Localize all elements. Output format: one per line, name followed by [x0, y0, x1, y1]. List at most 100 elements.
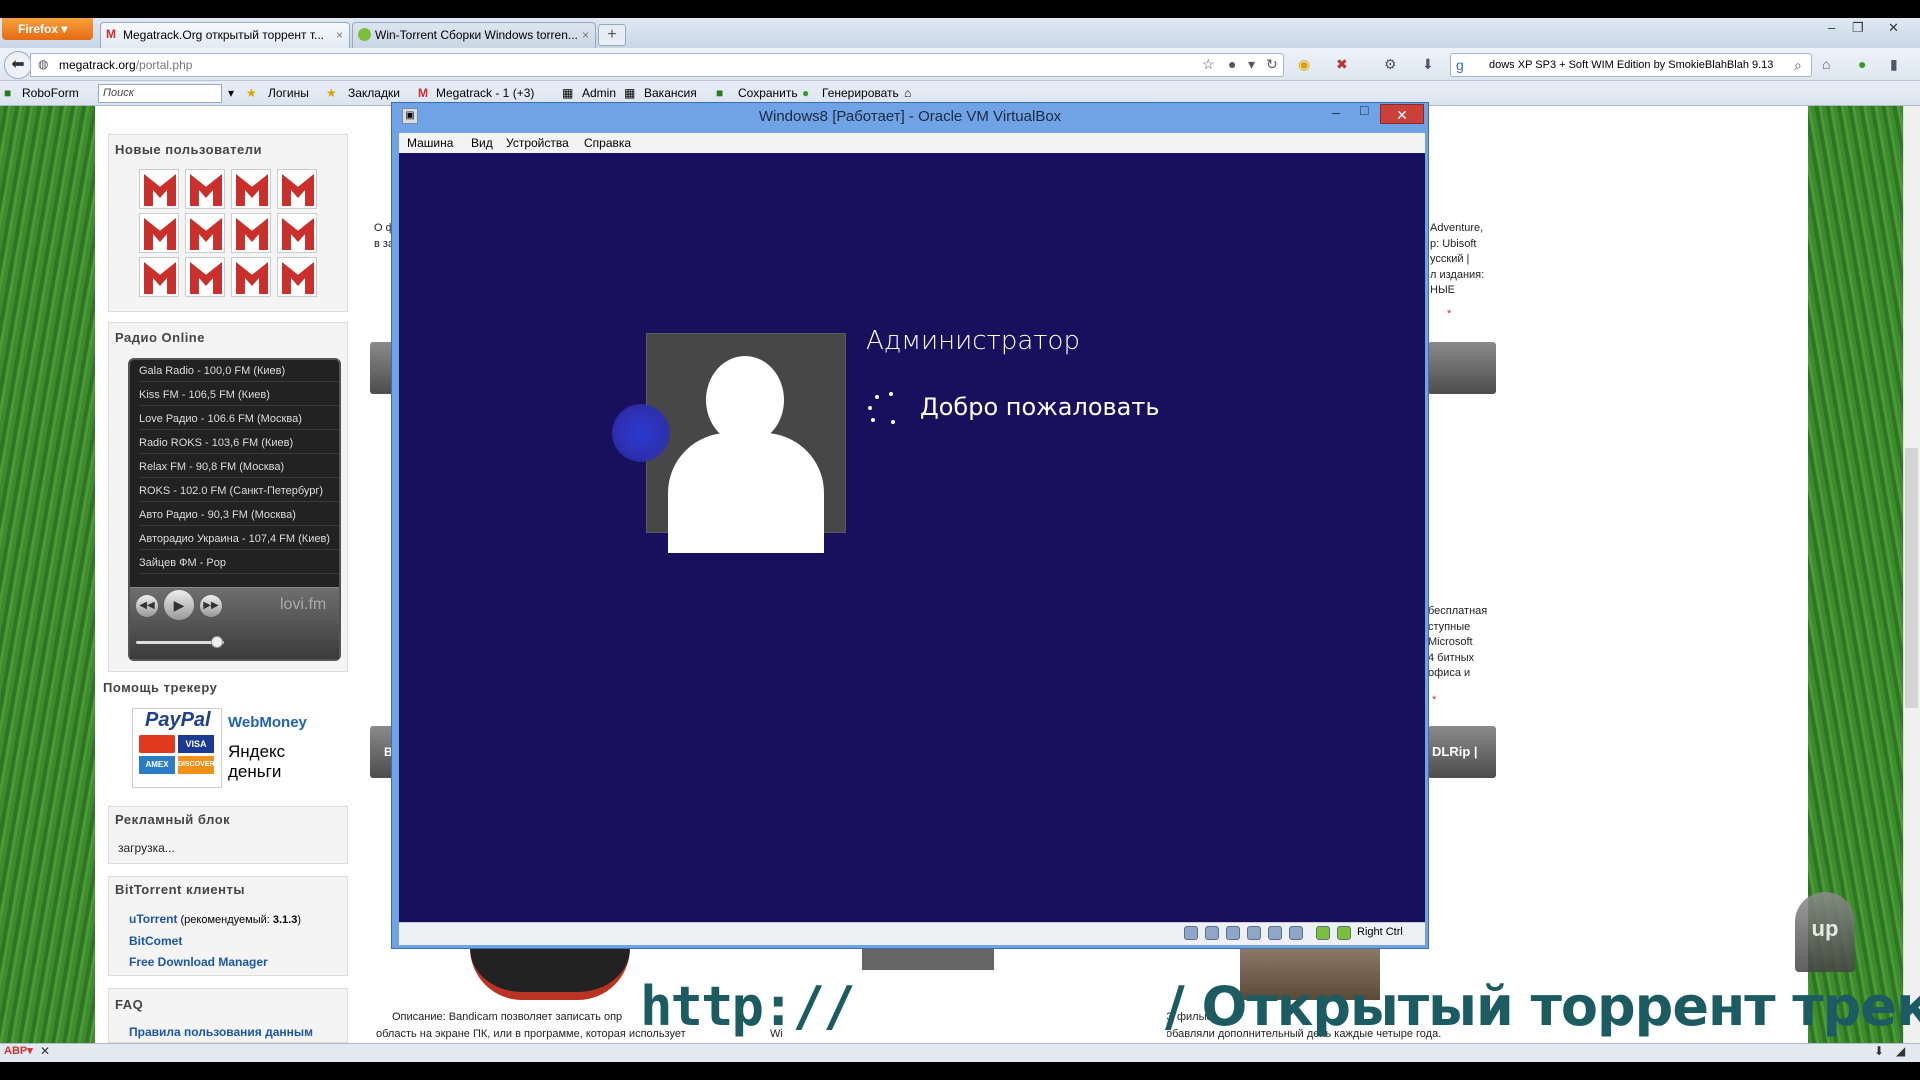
- minimize-icon[interactable]: –: [1828, 20, 1835, 35]
- vacancy-icon: ▦: [624, 86, 636, 100]
- bitcomet-link[interactable]: BitComet: [129, 934, 182, 948]
- back-button[interactable]: ⬅: [4, 51, 32, 79]
- radio-station-item[interactable]: Авторадио Украина - 107,4 FM (Киев): [139, 528, 339, 550]
- optical-drive-icon[interactable]: [1205, 926, 1219, 940]
- url-bar[interactable]: megatrack.org/portal.php: [30, 53, 1284, 77]
- tab-megatrack[interactable]: M Megatrack.Org открытый торрент т... ×: [100, 22, 350, 48]
- vm-display[interactable]: [399, 153, 1425, 922]
- search-bar[interactable]: dows XP SP3 + Soft WIM Edition by Smokie…: [1450, 53, 1812, 77]
- user-avatar[interactable]: [185, 257, 225, 297]
- vbox-minimize-icon[interactable]: –: [1332, 104, 1340, 120]
- menu-devices[interactable]: Устройства: [506, 136, 569, 150]
- info-icon[interactable]: ●: [1228, 56, 1236, 72]
- dropdown-icon[interactable]: ▾: [1248, 56, 1255, 73]
- vbox-close-button[interactable]: ✕: [1380, 104, 1424, 124]
- radio-station-item[interactable]: Gala Radio - 100,0 FM (Киев): [139, 360, 339, 382]
- download-status-icon[interactable]: ⬇: [1874, 1044, 1884, 1058]
- addon-bar-close-icon[interactable]: ✕: [40, 1044, 50, 1058]
- green-addon-icon[interactable]: ●: [1858, 56, 1866, 72]
- scroll-up-button[interactable]: up: [1795, 892, 1855, 972]
- user-avatar[interactable]: [277, 257, 317, 297]
- search-text: dows XP SP3 + Soft WIM Edition by Smokie…: [1489, 59, 1774, 71]
- close-icon[interactable]: ✕: [1888, 20, 1899, 36]
- page-button-right[interactable]: [1428, 342, 1496, 394]
- addon-icon[interactable]: ◉: [1298, 56, 1310, 73]
- page-text-fragment: ступные: [1428, 620, 1471, 633]
- webmoney-logo[interactable]: WebMoney: [228, 708, 328, 738]
- adblock-status-icon[interactable]: ABP▾: [4, 1044, 33, 1057]
- user-avatar[interactable]: [231, 169, 271, 209]
- restore-icon[interactable]: ❐: [1852, 20, 1864, 36]
- usb-icon[interactable]: [1226, 926, 1240, 940]
- vbox-maximize-icon[interactable]: □: [1360, 102, 1368, 118]
- firefox-menu-button[interactable]: Firefox ▾: [2, 18, 93, 40]
- adblock-icon[interactable]: ✖: [1336, 56, 1348, 73]
- user-avatar[interactable]: [139, 169, 179, 209]
- faq-rules-link[interactable]: Правила пользования данным: [129, 1025, 313, 1039]
- yandex-money-logo[interactable]: Яндекс деньги: [228, 742, 328, 788]
- harddisk-icon[interactable]: [1184, 926, 1198, 940]
- user-avatar[interactable]: [185, 169, 225, 209]
- fdm-link[interactable]: Free Download Manager: [129, 955, 268, 969]
- radio-station-item[interactable]: Kiss FM - 106,5 FM (Киев): [139, 384, 339, 406]
- bookmark-admin[interactable]: Admin: [582, 86, 616, 100]
- utorrent-link[interactable]: uTorrent: [129, 912, 177, 926]
- menu-help[interactable]: Справка: [584, 136, 631, 150]
- watermark-suffix: / Открытый торрент трекер: [1165, 975, 1920, 1038]
- shared-folders-icon[interactable]: [1247, 926, 1261, 940]
- ads-title: Рекламный блок: [115, 812, 231, 827]
- mouse-integration-icon[interactable]: [1337, 926, 1351, 940]
- tab-close-icon[interactable]: ×: [336, 23, 343, 47]
- home-icon[interactable]: ⌂: [1822, 56, 1830, 72]
- bookmark-logins[interactable]: Логины: [268, 86, 309, 100]
- radio-station-item[interactable]: Radio ROKS - 103,6 FM (Киев): [139, 432, 339, 454]
- radio-station-item[interactable]: Relax FM - 90,8 FM (Москва): [139, 456, 339, 478]
- client-utorrent[interactable]: uTorrent (рекомендуемый: 3.1.3): [129, 912, 301, 926]
- bookmark-megatrack[interactable]: Megatrack - 1 (+3): [436, 86, 534, 100]
- fast-forward-icon[interactable]: ▶▶: [200, 595, 222, 617]
- network-icon[interactable]: [1268, 926, 1282, 940]
- roboform-button[interactable]: RoboForm: [22, 86, 79, 100]
- radio-station-item[interactable]: Авто Радио - 90,3 FM (Москва): [139, 504, 339, 526]
- user-avatar[interactable]: [277, 169, 317, 209]
- page-text-fragment: бесплатная: [1428, 605, 1488, 617]
- spinner-dot: [871, 418, 875, 422]
- extension-icon[interactable]: ⚙: [1384, 56, 1397, 73]
- user-avatar[interactable]: [231, 257, 271, 297]
- roboform-dropdown-icon[interactable]: ▾: [228, 86, 234, 100]
- volume-knob[interactable]: [211, 636, 223, 648]
- menu-machine[interactable]: Машина: [407, 136, 453, 150]
- bookmark-generate[interactable]: Генерировать: [822, 86, 899, 100]
- bookmark-vacancy[interactable]: Вакансия: [644, 86, 697, 100]
- new-tab-button[interactable]: +: [598, 24, 626, 46]
- bookmark-save[interactable]: Сохранить: [738, 86, 798, 100]
- scrollbar-thumb[interactable]: [1905, 448, 1918, 708]
- rewind-icon[interactable]: ◀◀: [136, 595, 158, 617]
- search-engine-icon[interactable]: g: [1456, 57, 1464, 73]
- download-icon[interactable]: ⬇: [1422, 56, 1434, 73]
- radio-station-item[interactable]: Love Радио - 106.6 FM (Москва): [139, 408, 339, 430]
- search-icon[interactable]: ⌕: [1794, 57, 1802, 74]
- menu-icon[interactable]: ▮: [1890, 56, 1898, 73]
- roboform-search-input[interactable]: Поиск: [98, 84, 222, 103]
- user-avatar[interactable]: [185, 213, 225, 253]
- user-avatar[interactable]: [231, 213, 271, 253]
- page-text-fragment: офиса и: [1428, 667, 1471, 679]
- bookmark-zakladki[interactable]: Закладки: [348, 86, 400, 100]
- page-button-right-2[interactable]: DLRip |: [1428, 726, 1496, 778]
- user-avatar[interactable]: [139, 257, 179, 297]
- tab-close-icon[interactable]: ×: [582, 23, 589, 47]
- menu-view[interactable]: Вид: [471, 136, 493, 150]
- reload-icon[interactable]: ↻: [1266, 56, 1278, 73]
- virtualization-icon[interactable]: [1316, 926, 1330, 940]
- tab-win-torrent[interactable]: Win-Torrent Сборки Windows torren... ×: [352, 22, 596, 48]
- paypal-logo[interactable]: PayPal VISA AMEX DISCOVER: [132, 708, 222, 788]
- win-username: Администратор: [866, 326, 1080, 356]
- user-avatar[interactable]: [139, 213, 179, 253]
- play-icon[interactable]: ▶: [164, 590, 194, 620]
- radio-station-item[interactable]: Зайцев ФМ - Pop: [139, 552, 339, 574]
- user-avatar[interactable]: [277, 213, 317, 253]
- radio-station-item[interactable]: ROKS - 102.0 FM (Санкт-Петербург): [139, 480, 339, 502]
- video-capture-icon[interactable]: [1289, 926, 1303, 940]
- bookmark-star-icon[interactable]: ☆: [1202, 56, 1215, 73]
